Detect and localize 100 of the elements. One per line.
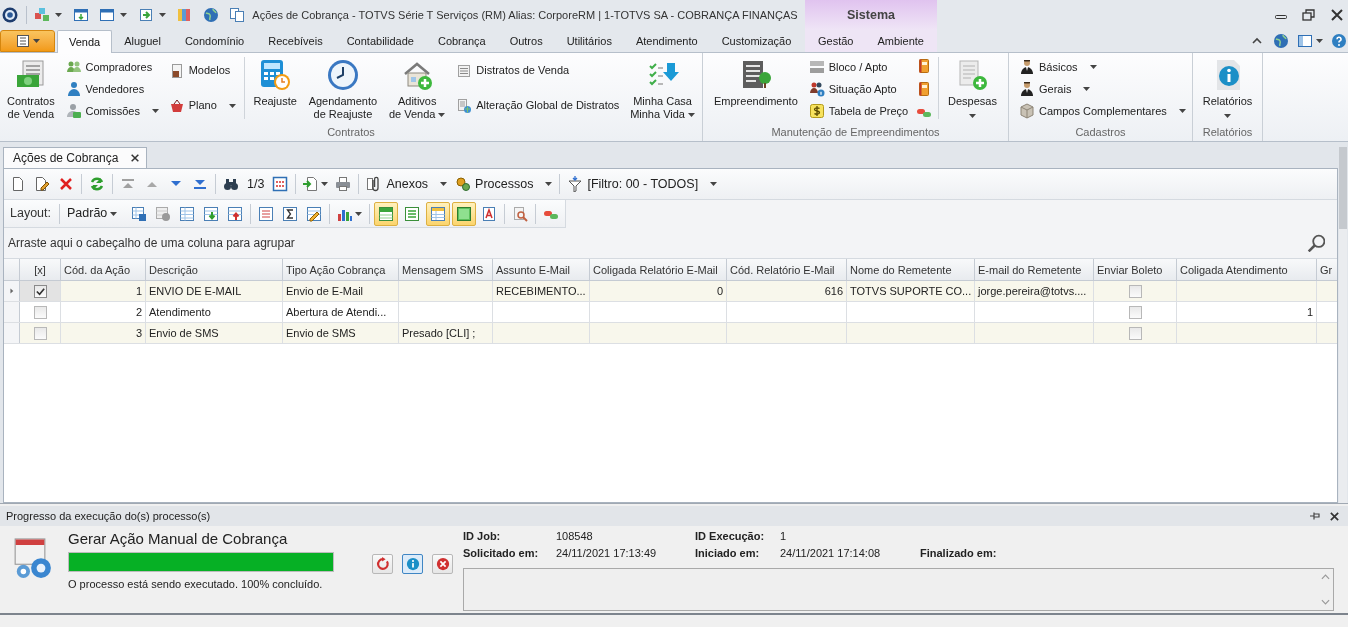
ribbon-button[interactable]: Tabela de Preço <box>806 100 911 122</box>
list-icon[interactable] <box>258 205 275 222</box>
ribbon-button[interactable]: Relatórios <box>1199 53 1256 123</box>
ribbon-button[interactable]: Básicos <box>1017 56 1188 78</box>
field-value: 108548 <box>556 528 594 544</box>
table-icon[interactable] <box>179 205 196 222</box>
ribbon-tab[interactable]: Utilitários <box>554 30 624 52</box>
ribbon-button[interactable]: Aditivos de Venda <box>385 53 449 123</box>
globe-icon[interactable] <box>1273 33 1289 49</box>
toggle-button[interactable] <box>426 201 451 226</box>
ribbon-button[interactable]: Bloco / Apto <box>806 56 911 78</box>
table-row[interactable]: 2 Atendimento Abertura de Atendi... 1 <box>4 302 1337 323</box>
list-icon <box>456 62 473 79</box>
ribbon-button[interactable]: Situação Apto <box>806 78 911 100</box>
scrollbar[interactable] <box>1339 147 1347 503</box>
close-icon[interactable] <box>1329 510 1340 522</box>
document-plus-icon <box>956 59 989 91</box>
printer-icon[interactable] <box>335 176 352 192</box>
scroll-up-icon[interactable] <box>1321 573 1330 581</box>
ribbon-tab[interactable]: Gestão <box>806 30 866 52</box>
ribbon-tab[interactable]: Ambiente <box>865 30 936 52</box>
ribbon-tab[interactable]: Atendimento <box>623 30 710 52</box>
calendar-icon[interactable] <box>272 176 289 192</box>
caret-icon <box>33 39 40 43</box>
toggle-button[interactable] <box>374 201 399 226</box>
menu-button[interactable]: [Filtro: 00 - TODOS] <box>563 172 722 196</box>
ribbon-button[interactable]: Minha Casa Minha Vida <box>627 53 698 123</box>
table-row[interactable]: 3 Envio de SMS Envio de SMS Presado [CLI] ; <box>4 323 1337 344</box>
row-header[interactable] <box>4 281 20 301</box>
close-icon[interactable] <box>1329 7 1345 23</box>
app-logo-icon[interactable] <box>2 7 18 23</box>
log-field[interactable] <box>463 568 1334 611</box>
table-pencil-icon[interactable] <box>306 205 323 222</box>
column-header[interactable]: Gr <box>1317 259 1337 281</box>
ribbon-button[interactable]: Despesas <box>945 53 1000 123</box>
menu-button[interactable]: Anexos <box>362 172 452 196</box>
swatches-icon[interactable] <box>176 7 193 23</box>
checkbox[interactable] <box>33 305 47 319</box>
ribbon-tab[interactable]: Condomínio <box>172 30 257 52</box>
restore-icon[interactable] <box>1301 7 1317 23</box>
ribbon-tab[interactable]: Cobrança <box>425 30 498 52</box>
toggle-button[interactable] <box>452 201 477 226</box>
ribbon-button[interactable]: Agendamento de Reajuste <box>305 53 381 123</box>
ribbon-tab[interactable]: Aluguel <box>112 30 173 52</box>
ribbon-button[interactable]: Alteração Global de Distratos <box>454 94 622 117</box>
checkbox[interactable] <box>33 284 47 298</box>
cubes-icon[interactable] <box>34 7 51 23</box>
ribbon-button[interactable]: Distratos de Venda <box>454 59 622 82</box>
layout-icon[interactable] <box>1297 33 1313 49</box>
checkbox[interactable] <box>1128 305 1142 319</box>
ribbon-button[interactable]: Gerais <box>1017 78 1188 100</box>
page-arrow-icon[interactable] <box>302 176 319 192</box>
table-cell: jorge.pereira@totvs.... <box>975 281 1094 301</box>
restart-button[interactable] <box>372 554 393 574</box>
checkbox[interactable] <box>1128 284 1142 298</box>
cross-icon[interactable] <box>58 176 74 192</box>
ribbon-button[interactable]: Vendedores <box>63 78 161 100</box>
info-button[interactable] <box>402 554 423 574</box>
scroll-down-icon[interactable] <box>1321 598 1330 606</box>
ribbon-button[interactable]: Contratos de Venda <box>4 53 58 123</box>
refresh-icon[interactable] <box>89 176 105 192</box>
status-text: O processo está sendo executado. 100% concluído. <box>68 577 324 592</box>
search-icon[interactable] <box>1307 234 1325 252</box>
scrollbar-thumb[interactable] <box>1339 147 1347 229</box>
grid-icon[interactable] <box>155 205 172 222</box>
checkbox[interactable] <box>33 326 47 340</box>
ribbon-button[interactable]: Campos Complementares <box>1017 100 1188 122</box>
ribbon-button[interactable]: Comissões <box>63 100 161 122</box>
magnifier-page-icon[interactable] <box>512 205 529 222</box>
page-pencil-icon[interactable] <box>34 176 50 192</box>
globe-icon[interactable] <box>202 7 219 23</box>
grid-save-icon[interactable] <box>131 205 148 222</box>
ribbon-tab[interactable]: Venda <box>57 30 113 53</box>
ribbon-tab[interactable]: Recebíveis <box>256 30 335 52</box>
binoculars-icon[interactable] <box>223 176 239 192</box>
caret-icon <box>355 211 363 216</box>
ribbon-tab[interactable]: Customização <box>709 30 804 52</box>
ribbon-tab[interactable]: Outros <box>497 30 555 52</box>
list-icon <box>404 205 421 222</box>
document-icon <box>15 33 31 49</box>
layout-dropdown[interactable]: Padrão <box>63 201 122 226</box>
ribbon-tab[interactable]: Contabilidade <box>334 30 426 52</box>
table-row[interactable]: 1 ENVIO DE E-MAIL Envio de E-Mail RECEBIMENTO... 0 616 TOTVS SUPORTE CO... jorge.pereira@totvs.... <box>4 281 1337 302</box>
checkbox[interactable] <box>1128 326 1142 340</box>
ribbon-button[interactable]: Empreendimento <box>711 53 801 123</box>
menu-button[interactable]: Processos <box>451 172 557 196</box>
ribbon-button[interactable]: Reajuste <box>250 53 300 123</box>
copy-icon[interactable] <box>229 7 245 23</box>
page-icon[interactable] <box>10 176 26 192</box>
font-icon[interactable] <box>481 205 498 222</box>
document-tab[interactable]: Ações de Cobrança <box>3 147 148 168</box>
ribbon-button[interactable]: Plano <box>166 94 238 117</box>
cancel-button[interactable] <box>432 554 453 574</box>
ribbon-button[interactable]: Modelos <box>166 59 238 82</box>
pin-icon[interactable] <box>1309 510 1321 522</box>
sigma-icon[interactable] <box>282 205 299 222</box>
ribbon-button[interactable]: Compradores <box>63 56 161 78</box>
file-menu-button[interactable] <box>0 30 55 52</box>
help-icon[interactable] <box>1331 33 1347 49</box>
window-icon[interactable] <box>99 7 116 23</box>
